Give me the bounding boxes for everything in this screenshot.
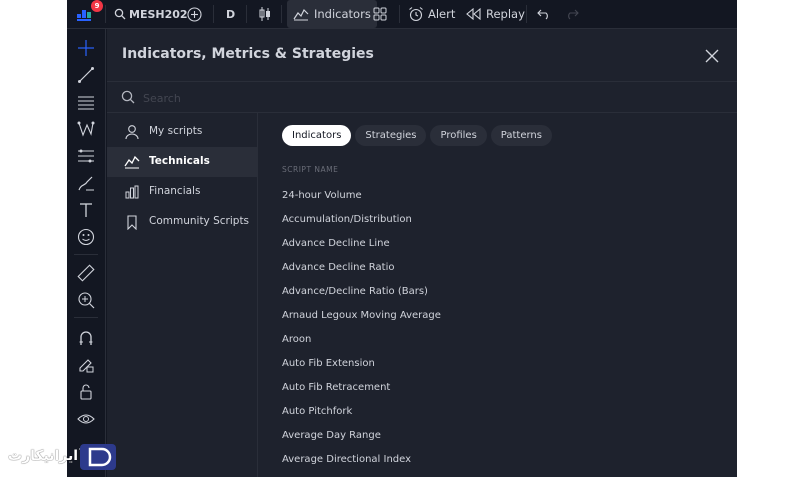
compare-button[interactable] [187, 0, 202, 28]
symbol-search-button[interactable]: MESH202 [114, 0, 188, 28]
magnet-icon[interactable] [76, 328, 96, 348]
trend-line-icon[interactable] [76, 65, 96, 85]
tab-patterns[interactable]: Patterns [490, 125, 552, 146]
script-item[interactable]: Average Directional Index [282, 447, 722, 471]
script-item[interactable]: Auto Fib Extension [282, 351, 722, 375]
script-item[interactable]: Advance/Decline Ratio (Bars) [282, 279, 722, 303]
toolbar-divider [281, 5, 282, 23]
rewind-icon [466, 8, 481, 20]
toolbar-divider [74, 317, 98, 318]
symbol-label: MESH202 [129, 7, 188, 21]
toolbar-divider [213, 5, 214, 23]
interval-button[interactable]: D [226, 0, 235, 28]
sidebar-item-my-scripts[interactable]: My scripts [107, 117, 257, 147]
chart-line-icon [124, 155, 140, 169]
bookmark-icon [127, 215, 137, 230]
bar-chart-icon [125, 185, 139, 199]
text-tool-icon[interactable] [76, 200, 96, 220]
ruler-icon[interactable] [76, 263, 96, 283]
search-row [107, 82, 737, 112]
pattern-tool-icon[interactable] [76, 119, 96, 139]
watermark-text: ایرانیکارت [8, 448, 79, 464]
script-item[interactable]: Accumulation/Distribution [282, 207, 722, 231]
watermark: ایرانیکارت [8, 444, 116, 470]
category-sidebar: My scripts Technicals Financials Communi… [107, 113, 258, 477]
script-list: 24-hour Volume Accumulation/Distribution… [282, 183, 722, 471]
forecast-tool-icon[interactable] [76, 146, 96, 166]
replay-label: Replay [486, 7, 525, 21]
grid-icon [373, 7, 387, 21]
indicators-dialog: Indicators, Metrics & Strategies My scri… [107, 29, 737, 477]
alert-label: Alert [428, 7, 456, 21]
sidebar-item-financials[interactable]: Financials [107, 177, 257, 207]
toolbar-divider [105, 5, 106, 23]
undo-icon [537, 9, 548, 20]
tab-indicators[interactable]: Indicators [282, 125, 352, 146]
zoom-in-icon[interactable] [76, 290, 96, 310]
drawing-toolbar [67, 29, 106, 477]
alarm-clock-icon [409, 7, 423, 22]
sidebar-item-technicals[interactable]: Technicals [107, 147, 257, 177]
candlestick-icon [259, 7, 270, 21]
user-icon [125, 125, 139, 140]
script-item[interactable]: Arnaud Legoux Moving Average [282, 303, 722, 327]
script-item[interactable]: Aroon [282, 327, 722, 351]
sidebar-item-label: Financials [149, 185, 201, 197]
sidebar-item-community-scripts[interactable]: Community Scripts [107, 207, 257, 237]
tab-profiles[interactable]: Profiles [430, 125, 487, 146]
alert-button[interactable]: Alert [408, 0, 455, 28]
script-item[interactable]: Auto Fib Retracement [282, 375, 722, 399]
script-item[interactable]: Average Day Range [282, 423, 722, 447]
indicators-button[interactable]: Indicators [287, 0, 377, 28]
plus-circle-icon [187, 6, 202, 22]
undo-button[interactable] [537, 0, 551, 28]
script-browser: Indicators Strategies Profiles Patterns … [258, 113, 737, 477]
redo-icon [568, 9, 579, 20]
script-name-header: SCRIPT NAME [282, 165, 339, 174]
tab-strategies[interactable]: Strategies [355, 125, 427, 146]
layouts-button[interactable] [373, 0, 387, 28]
tradingview-app: 9 MESH202 D Indicators Alert Replay Indi… [67, 0, 737, 477]
watermark-logo [80, 444, 116, 470]
replay-button[interactable]: Replay [466, 0, 525, 28]
search-icon [114, 8, 126, 20]
script-item[interactable]: Advance Decline Line [282, 231, 722, 255]
top-toolbar: 9 MESH202 D Indicators Alert Replay [67, 0, 737, 29]
toolbar-divider [74, 254, 98, 255]
script-item[interactable]: Advance Decline Ratio [282, 255, 722, 279]
smiley-icon[interactable] [76, 227, 96, 247]
crosshair-icon[interactable] [76, 38, 96, 58]
script-tabs: Indicators Strategies Profiles Patterns [282, 125, 552, 147]
dialog-title: Indicators, Metrics & Strategies [122, 46, 374, 62]
sidebar-item-label: My scripts [149, 125, 203, 137]
sidebar-item-label: Technicals [149, 155, 210, 167]
search-input[interactable] [141, 87, 705, 109]
sidebar-item-label: Community Scripts [149, 215, 250, 227]
toolbar-divider [399, 5, 400, 23]
lock-icon[interactable] [76, 382, 96, 402]
search-icon [121, 90, 135, 104]
brush-icon[interactable] [76, 173, 96, 193]
toolbar-divider [246, 5, 247, 23]
toolbar-divider [526, 5, 527, 23]
redo-button[interactable] [565, 0, 579, 28]
notification-badge: 9 [91, 0, 103, 12]
close-icon[interactable] [704, 48, 720, 64]
script-item[interactable]: 24-hour Volume [282, 183, 722, 207]
lock-pencil-icon[interactable] [76, 355, 96, 375]
chart-type-button[interactable] [258, 0, 272, 28]
indicators-label: Indicators [314, 7, 371, 21]
horizontal-lines-icon[interactable] [76, 92, 96, 112]
indicators-icon [293, 8, 309, 21]
script-item[interactable]: Auto Pitchfork [282, 399, 722, 423]
eye-icon[interactable] [76, 409, 96, 429]
